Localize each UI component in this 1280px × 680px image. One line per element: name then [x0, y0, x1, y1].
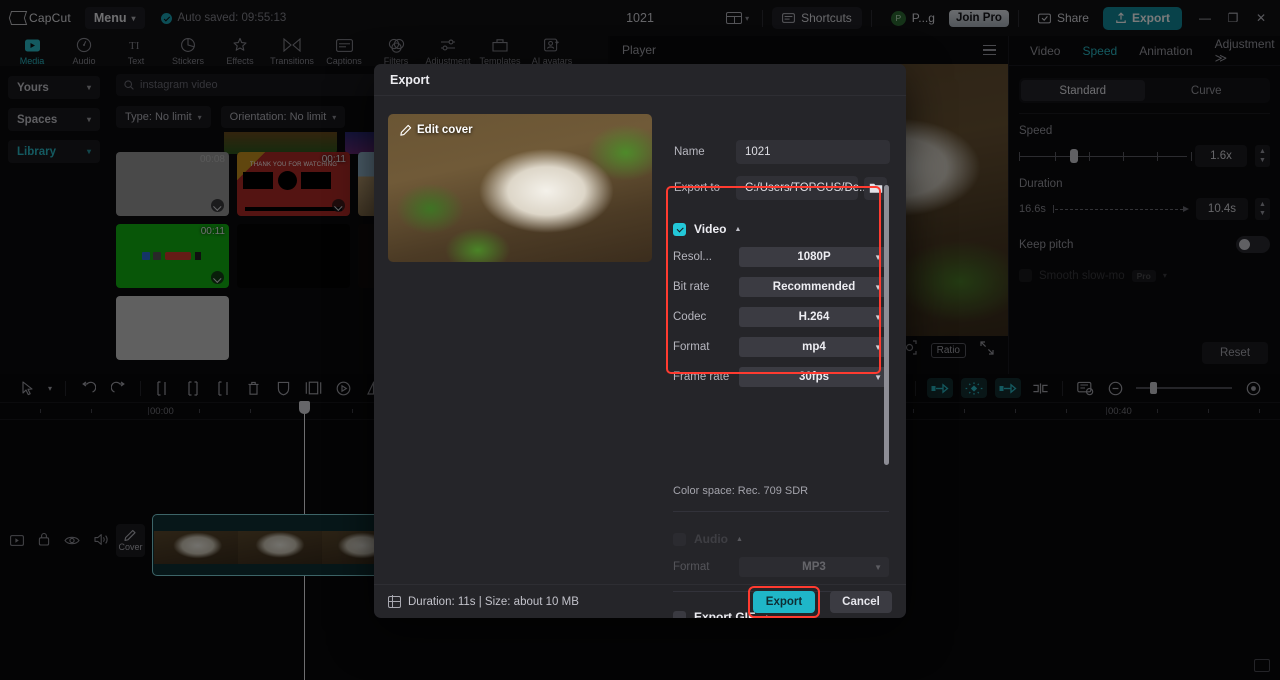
framerate-select[interactable]: 30fps ▼: [739, 367, 889, 387]
chevron-down-icon: ▼: [874, 372, 882, 382]
export-info: Duration: 11s | Size: about 10 MB: [388, 595, 579, 608]
codec-label: Codec: [673, 311, 707, 323]
resolution-row: Resol... 1080P ▼: [673, 247, 889, 267]
capcut-window: CapCut Menu ▾ Auto saved: 09:55:13 1021 …: [0, 0, 1280, 680]
audio-format-value: MP3: [802, 561, 826, 573]
chevron-down-icon: ▼: [874, 342, 882, 352]
export-dialog: Export Edit cover Name 1021 Export to C:…: [374, 64, 906, 618]
resolution-label: Resol...: [673, 251, 712, 263]
name-field-row: Name 1021: [674, 140, 890, 164]
cover-preview[interactable]: Edit cover: [388, 114, 652, 262]
codec-select[interactable]: H.264 ▼: [739, 307, 889, 327]
edit-icon: [400, 124, 412, 136]
export-confirm-button[interactable]: Export: [753, 590, 815, 613]
audio-format-select[interactable]: MP3 ▼: [739, 557, 889, 577]
format-label: Format: [673, 341, 710, 353]
framerate-row: Frame rate 30fps ▼: [673, 367, 889, 387]
chevron-down-icon: ▼: [874, 252, 882, 262]
dialog-fields: Name 1021 Export to C:/Users/TOPGUS/De..…: [674, 140, 890, 212]
format-row: Format mp4 ▼: [673, 337, 889, 357]
bitrate-value: Recommended: [772, 281, 856, 293]
dialog-title: Export: [374, 64, 906, 96]
audio-section-label: Audio: [694, 532, 728, 546]
export-to-label: Export to: [674, 182, 721, 194]
dialog-scrollbar[interactable]: [884, 185, 889, 465]
resolution-value: 1080P: [797, 251, 831, 263]
framerate-value: 30fps: [798, 371, 830, 383]
format-value: mp4: [802, 341, 826, 353]
dialog-buttons: Export Cancel: [748, 585, 892, 618]
edit-cover-label: Edit cover: [417, 124, 473, 136]
framerate-label: Frame rate: [673, 371, 730, 383]
export-info-label: Duration: 11s | Size: about 10 MB: [408, 595, 579, 608]
name-input[interactable]: 1021: [736, 140, 890, 164]
codec-row: Codec H.264 ▼: [673, 307, 889, 327]
format-select[interactable]: mp4 ▼: [739, 337, 889, 357]
chevron-down-icon: ▼: [874, 282, 882, 292]
resolution-select[interactable]: 1080P ▼: [739, 247, 889, 267]
bitrate-select[interactable]: Recommended ▼: [739, 277, 889, 297]
cancel-button[interactable]: Cancel: [830, 590, 892, 613]
dialog-body: Edit cover Name 1021 Export to C:/Users/…: [374, 96, 906, 618]
bitrate-label: Bit rate: [673, 281, 710, 293]
chevron-down-icon: ▼: [874, 562, 882, 572]
video-section-header[interactable]: Video ▲: [673, 222, 889, 236]
audio-section-header[interactable]: Audio ▲: [673, 532, 889, 546]
bitrate-row: Bit rate Recommended ▼: [673, 277, 889, 297]
export-path-input[interactable]: C:/Users/TOPGUS/De...: [736, 176, 869, 200]
video-section-label: Video: [694, 222, 727, 236]
codec-value: H.264: [798, 311, 830, 323]
video-settings-section: Video ▲ Resol... 1080P ▼ Bit rate Recomm…: [673, 222, 889, 397]
audio-checkbox[interactable]: [673, 532, 686, 546]
chevron-down-icon: ▼: [874, 312, 882, 322]
audio-settings-section: Audio ▲ Format MP3 ▼: [673, 532, 889, 587]
name-label: Name: [674, 146, 705, 158]
audio-format-label: Format: [673, 561, 710, 573]
dialog-footer: Duration: 11s | Size: about 10 MB Export…: [374, 584, 906, 618]
export-to-row: Export to C:/Users/TOPGUS/De...: [674, 176, 890, 200]
chevron-up-icon: ▲: [736, 535, 743, 543]
color-space-label: Color space: Rec. 709 SDR: [673, 485, 809, 497]
audio-format-row: Format MP3 ▼: [673, 557, 889, 577]
chevron-up-icon: ▲: [734, 225, 742, 233]
film-icon: [388, 595, 401, 608]
export-button-highlight: Export: [748, 585, 820, 618]
divider: [673, 511, 889, 512]
edit-cover-button[interactable]: Edit cover: [400, 124, 473, 136]
video-checkbox[interactable]: [673, 222, 686, 236]
